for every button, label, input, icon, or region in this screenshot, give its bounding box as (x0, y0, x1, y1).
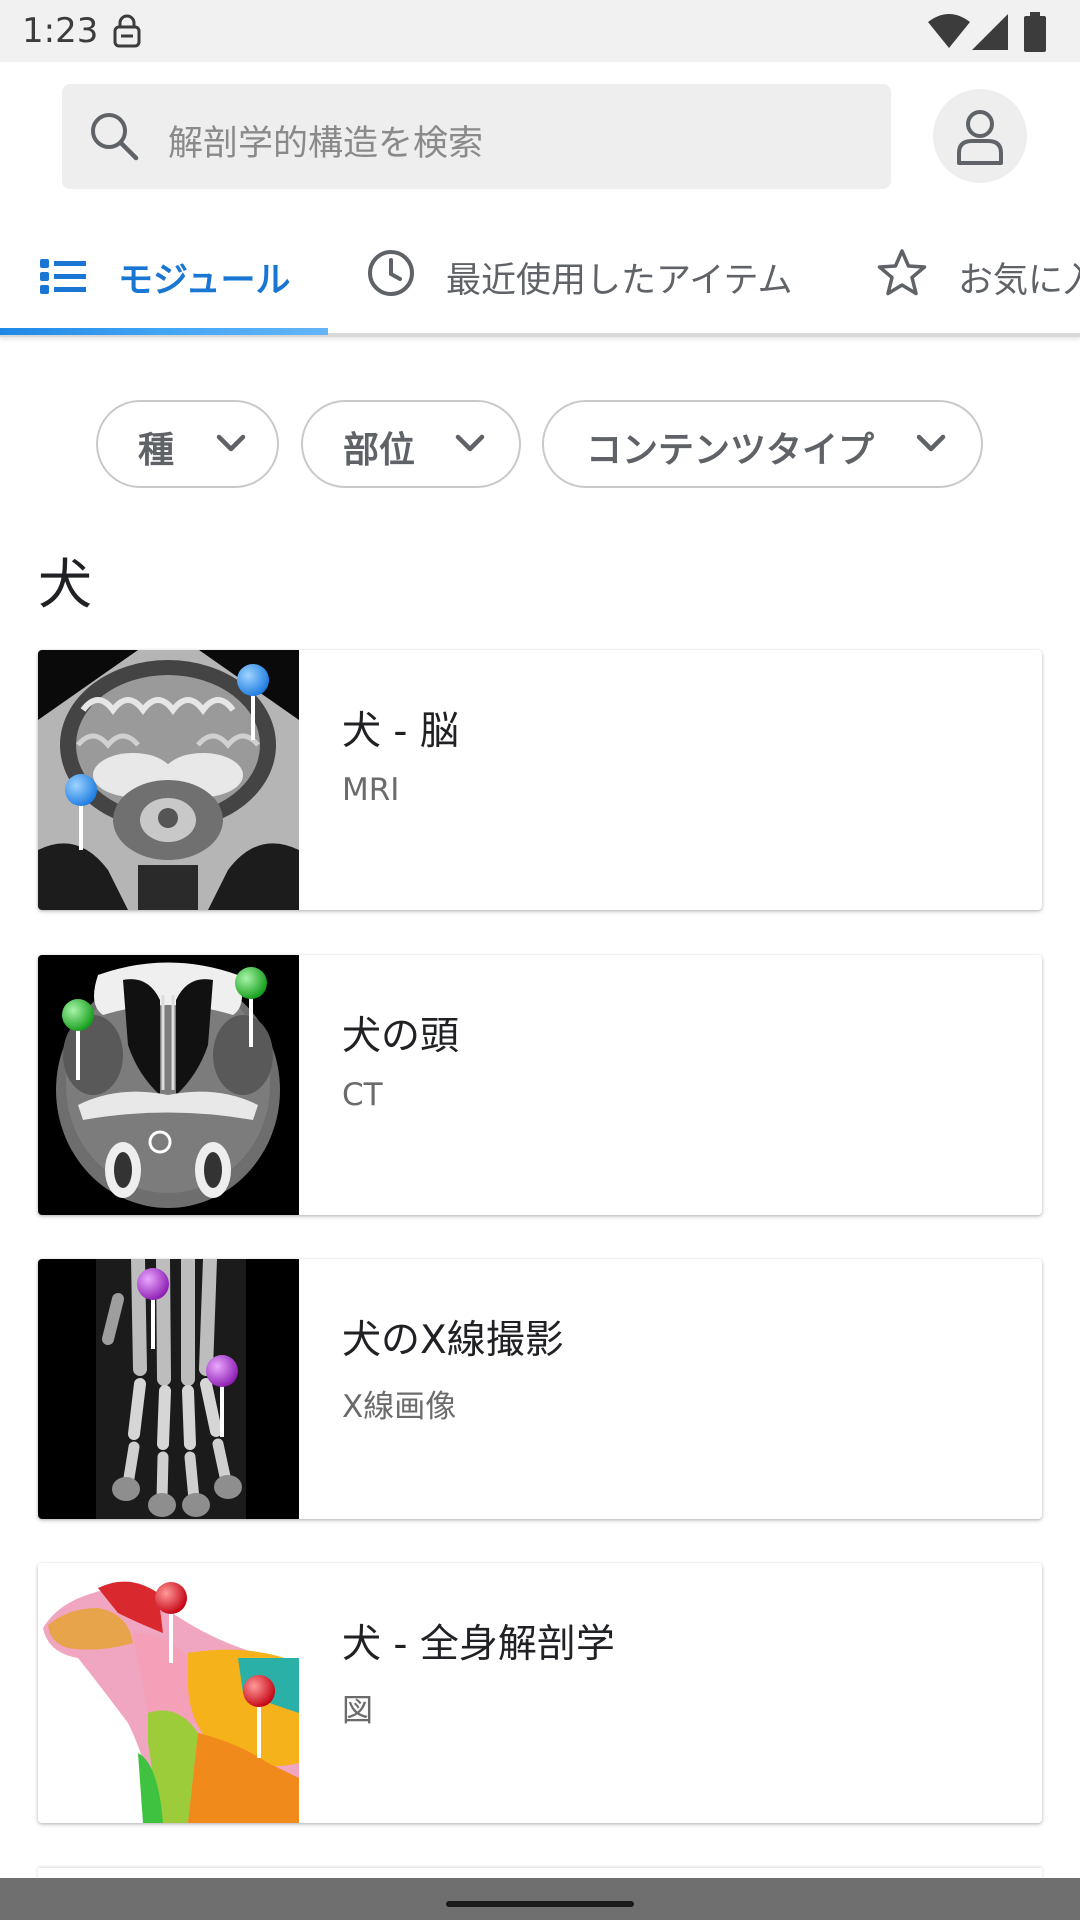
module-thumbnail (38, 1259, 299, 1519)
tab-favorites[interactable]: お気に入 (876, 232, 1080, 332)
system-nav-bar (0, 1878, 1080, 1920)
tab-label: お気に入 (958, 261, 1080, 301)
tab-label: 最近使用したアイテム (446, 261, 793, 301)
status-time: 1:23 (22, 11, 99, 51)
signal-icon (972, 14, 1008, 50)
list-icon (40, 259, 86, 294)
home-gesture-handle[interactable] (446, 1901, 634, 1907)
tab-label: モジュール (118, 261, 291, 301)
module-title: 犬の頭 (342, 1014, 460, 1059)
module-card-dog-xray[interactable]: 犬のX線撮影 X線画像 (38, 1259, 1042, 1519)
module-card-dog-brain[interactable]: 犬 - 脳 MRI (38, 650, 1042, 910)
active-tab-indicator (0, 328, 328, 335)
wifi-icon (928, 14, 970, 48)
module-thumbnail (38, 955, 299, 1215)
module-subtitle: 図 (342, 1693, 373, 1729)
module-thumbnail (38, 650, 299, 910)
search-icon (88, 110, 140, 166)
module-title: 犬のX線撮影 (342, 1318, 564, 1363)
person-icon (957, 110, 1003, 165)
chip-label: コンテンツタイプ (586, 430, 875, 471)
chevron-down-icon (216, 434, 246, 452)
filter-species[interactable]: 種 (96, 400, 279, 488)
module-subtitle: X線画像 (342, 1389, 457, 1425)
module-thumbnail (38, 1563, 299, 1823)
tab-modules[interactable]: モジュール (0, 232, 328, 332)
filter-region[interactable]: 部位 (301, 400, 521, 488)
module-subtitle: CT (342, 1077, 383, 1113)
section-title: 犬 (38, 553, 92, 616)
chevron-down-icon (455, 434, 485, 452)
tab-recent[interactable]: 最近使用したアイテム (360, 232, 830, 332)
battery-icon (1024, 12, 1046, 52)
profile-button[interactable] (933, 89, 1027, 183)
module-card-dog-full-body[interactable]: 犬 - 全身解剖学 図 (38, 1563, 1042, 1823)
status-bar: 1:23 (0, 0, 1080, 62)
filter-content-type[interactable]: コンテンツタイプ (542, 400, 983, 488)
module-subtitle: MRI (342, 772, 400, 808)
module-title: 犬 - 全身解剖学 (342, 1622, 615, 1667)
tab-bar: モジュール 最近使用したアイテム お気に入 (0, 232, 1080, 336)
chip-label: 部位 (343, 430, 416, 471)
chip-label: 種 (138, 430, 175, 471)
lock-screen-icon (112, 14, 142, 52)
chevron-down-icon (916, 434, 946, 452)
clock-icon (368, 250, 414, 296)
module-card-dog-head[interactable]: 犬の頭 CT (38, 955, 1042, 1215)
search-bar[interactable]: 解剖学的構造を検索 (62, 84, 891, 189)
search-input[interactable]: 解剖学的構造を検索 (168, 115, 483, 166)
star-icon (877, 249, 927, 296)
module-title: 犬 - 脳 (342, 709, 459, 754)
